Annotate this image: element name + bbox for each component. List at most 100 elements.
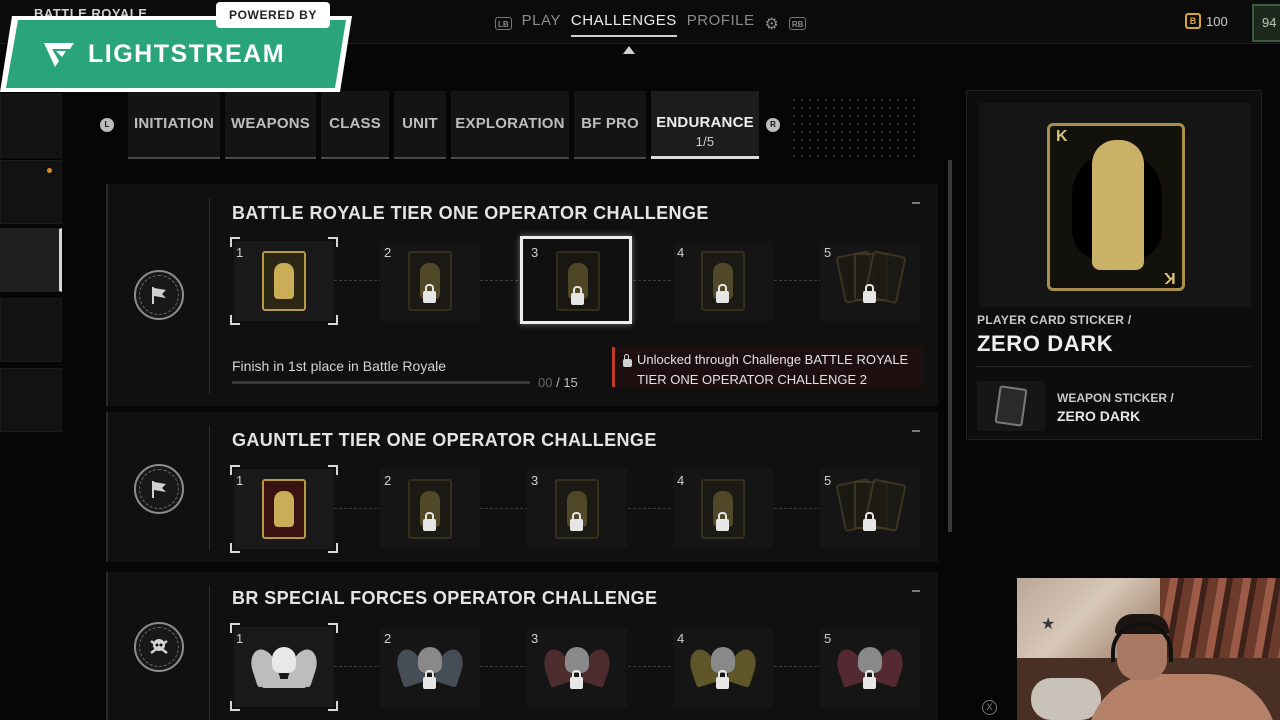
tier-card-1[interactable]: 1 xyxy=(230,237,338,325)
rail-slot[interactable] xyxy=(0,160,62,224)
tab-initiation[interactable]: INITIATION xyxy=(128,91,220,159)
tier-number: 1 xyxy=(236,631,244,646)
tier-card-5[interactable]: 5 xyxy=(820,241,920,321)
progress-current: 00 xyxy=(538,375,553,390)
lock-icon xyxy=(570,512,583,531)
tier-badge-1[interactable]: 1 xyxy=(230,623,338,711)
star-icon: ★ xyxy=(1041,616,1056,633)
lock-icon xyxy=(623,354,632,367)
challenge-panel-3[interactable]: BR SPECIAL FORCES OPERATOR CHALLENGE 1 2… xyxy=(106,572,938,720)
tier-connector xyxy=(774,280,822,281)
tier-number: 5 xyxy=(824,473,832,488)
panel-divider xyxy=(209,198,210,394)
challenge-panel-2[interactable]: GAUNTLET TIER ONE OPERATOR CHALLENGE 1 2… xyxy=(106,412,938,562)
left-bumper-hint: L xyxy=(100,118,114,132)
tab-unit[interactable]: UNIT xyxy=(394,91,446,159)
nav-challenges[interactable]: CHALLENGES xyxy=(570,10,677,37)
powered-by-label: POWERED BY xyxy=(216,2,330,28)
tier-connector xyxy=(774,666,822,667)
tab-weapons[interactable]: WEAPONS xyxy=(225,91,316,159)
collapse-icon[interactable] xyxy=(912,202,920,204)
progress-separator: / xyxy=(552,375,564,390)
gear-icon[interactable]: ⚙ xyxy=(764,14,778,34)
rail-slot[interactable] xyxy=(0,298,62,362)
tier-card-4[interactable]: 4 xyxy=(673,469,773,549)
tier-card-3-selected[interactable]: 3 xyxy=(520,236,632,324)
rail-slot[interactable] xyxy=(0,368,62,432)
tier-card-3[interactable]: 3 xyxy=(527,469,627,549)
lock-icon xyxy=(423,284,436,303)
tier-badge-2[interactable]: 2 xyxy=(380,627,480,707)
king-of-spades-card-art: K K xyxy=(1047,123,1185,291)
tier-number: 4 xyxy=(677,473,685,488)
panel-divider xyxy=(209,426,210,550)
tier-number: 4 xyxy=(677,245,685,260)
currency-display: B 100 xyxy=(1185,13,1228,29)
secondary-reward-type: WEAPON STICKER / xyxy=(1057,391,1174,405)
reward-preview-image: K K xyxy=(979,103,1251,307)
lock-icon xyxy=(716,670,729,689)
lightstream-icon xyxy=(44,43,74,67)
scrollbar[interactable] xyxy=(948,160,952,532)
lock-icon xyxy=(423,512,436,531)
player-card-art xyxy=(262,479,306,539)
tier-number: 4 xyxy=(677,631,685,646)
progress-total: 15 xyxy=(563,375,578,390)
tier-card-4[interactable]: 4 xyxy=(673,241,773,321)
tier-number: 3 xyxy=(531,631,539,646)
unlock-note-text: Unlocked through Challenge BATTLE ROYALE… xyxy=(637,352,909,387)
tier-number: 2 xyxy=(384,245,392,260)
rail-slot[interactable] xyxy=(0,94,62,158)
lock-icon xyxy=(716,284,729,303)
notification-dot xyxy=(47,168,52,173)
challenge-title: GAUNTLET TIER ONE OPERATOR CHALLENGE xyxy=(232,430,657,450)
lock-icon xyxy=(423,670,436,689)
weapon-sticker-thumbnail[interactable] xyxy=(977,381,1045,431)
tab-endurance[interactable]: ENDURANCE 1/5 xyxy=(651,91,759,159)
challenge-title: BR SPECIAL FORCES OPERATOR CHALLENGE xyxy=(232,588,658,608)
flag-icon xyxy=(134,464,184,514)
tier-number: 2 xyxy=(384,473,392,488)
lightstream-logo: LIGHTSTREAM xyxy=(6,20,346,88)
lock-icon xyxy=(863,512,876,531)
tier-number: 5 xyxy=(824,245,832,260)
tier-connector xyxy=(628,666,676,667)
tier-badge-3[interactable]: 3 xyxy=(527,627,627,707)
currency-icon: B xyxy=(1185,13,1201,29)
lock-icon xyxy=(863,284,876,303)
tier-connector xyxy=(334,280,382,281)
main-nav: LB PLAY CHALLENGES PROFILE ⚙ RB xyxy=(495,10,807,37)
collapse-icon[interactable] xyxy=(912,590,920,592)
tier-connector xyxy=(334,508,382,509)
player-card-art xyxy=(262,251,306,311)
progress-bar xyxy=(232,381,530,384)
reward-preview-panel: K K PLAYER CARD STICKER / ZERO DARK WEAP… xyxy=(966,90,1262,440)
tier-card-5[interactable]: 5 xyxy=(820,469,920,549)
tier-badge-5[interactable]: 5 xyxy=(820,627,920,707)
tab-exploration[interactable]: EXPLORATION xyxy=(451,91,569,159)
nav-profile[interactable]: PROFILE xyxy=(687,10,755,37)
tier-connector xyxy=(628,508,676,509)
tier-card-2[interactable]: 2 xyxy=(380,241,480,321)
collapse-icon[interactable] xyxy=(912,430,920,432)
level-badge[interactable]: 94 xyxy=(1252,4,1280,42)
tab-class[interactable]: CLASS xyxy=(321,91,389,159)
winged-skull-badge-art xyxy=(247,635,321,697)
challenge-panel-1[interactable]: BATTLE ROYALE TIER ONE OPERATOR CHALLENG… xyxy=(106,184,938,406)
lock-icon xyxy=(571,286,584,305)
unlock-requirement-note: Unlocked through Challenge BATTLE ROYALE… xyxy=(612,347,924,387)
tier-badge-4[interactable]: 4 xyxy=(673,627,773,707)
tier-card-2[interactable]: 2 xyxy=(380,469,480,549)
tier-connector xyxy=(480,666,528,667)
skull-crossbones-icon xyxy=(134,622,184,672)
reward-type: PLAYER CARD STICKER / xyxy=(977,313,1132,327)
rail-slot-selected[interactable] xyxy=(0,228,62,292)
decorative-dot-grid xyxy=(790,96,915,158)
tier-number: 2 xyxy=(384,631,392,646)
tier-number: 5 xyxy=(824,631,832,646)
nav-caret-icon xyxy=(623,46,635,54)
tier-card-1[interactable]: 1 xyxy=(230,465,338,553)
nav-play[interactable]: PLAY xyxy=(522,10,561,37)
tab-bf-pro[interactable]: BF PRO xyxy=(574,91,646,159)
tier-connector xyxy=(334,666,382,667)
